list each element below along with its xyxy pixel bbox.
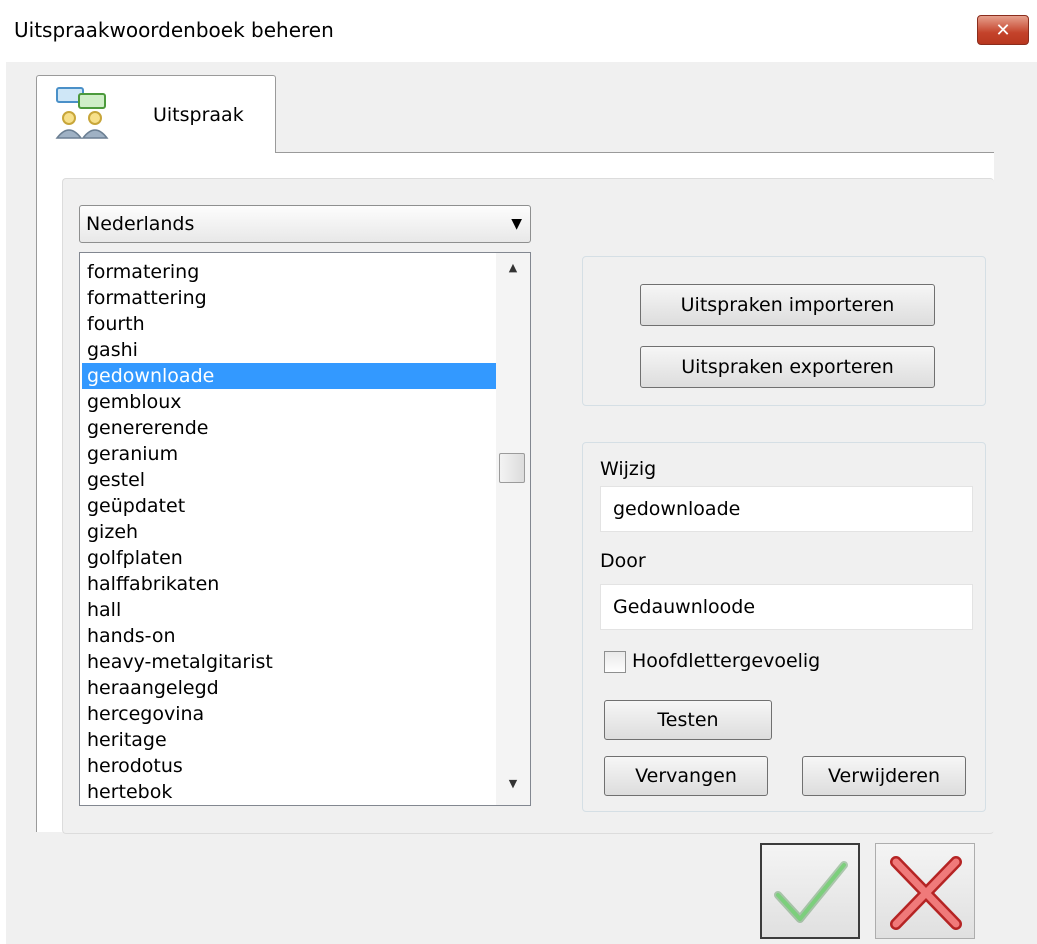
list-item[interactable]: geranium [82,441,496,467]
language-select-value: Nederlands [86,213,195,235]
door-label: Door [600,550,646,572]
replace-button[interactable]: Vervangen [604,756,768,796]
window-border [0,62,6,944]
close-button[interactable]: ✕ [977,15,1029,45]
case-sensitive-checkbox[interactable] [604,651,626,673]
list-item[interactable]: heritage [82,727,496,753]
scroll-down-icon[interactable]: ▼ [496,777,530,797]
list-item[interactable]: formatering [82,259,496,285]
wijzig-input[interactable]: gedownloade [600,486,973,532]
list-item[interactable]: gashi [82,337,496,363]
list-item[interactable]: geüpdatet [82,493,496,519]
checkmark-icon [774,861,848,923]
vertical-scrollbar[interactable]: ▲ ▼ [496,253,530,805]
list-item[interactable]: heavy-metalgitarist [82,649,496,675]
tab-label: Uitspraak [153,104,244,126]
list-item[interactable]: gestel [82,467,496,493]
list-item[interactable]: hercegovina [82,701,496,727]
people-speech-icon [55,87,109,139]
list-item[interactable]: hall [82,597,496,623]
language-select[interactable]: Nederlands ▼ [79,205,531,243]
dropdown-arrow-icon: ▼ [511,216,522,232]
list-item[interactable]: halffabrikaten [82,571,496,597]
cross-icon [890,856,962,930]
door-input[interactable]: Gedauwnloode [600,584,973,630]
wijzig-label: Wijzig [600,458,657,480]
word-list-items: formatering formattering fourth gashi gedown… [82,259,496,805]
tab-uitspraak[interactable]: Uitspraak [36,75,276,153]
title-bar: Uitspraakwoordenboek beheren ✕ [0,0,1037,62]
scrollbar-thumb[interactable] [499,453,525,483]
list-item[interactable]: genererende [82,415,496,441]
case-sensitive-label: Hoofdlettergevoelig [632,650,821,672]
ok-button[interactable] [760,843,860,939]
list-item[interactable]: hertebok [82,779,496,805]
list-item[interactable]: heraangelegd [82,675,496,701]
list-item[interactable]: gizeh [82,519,496,545]
list-item[interactable]: gembloux [82,389,496,415]
export-button[interactable]: Uitspraken exporteren [640,346,935,388]
scroll-up-icon[interactable]: ▲ [496,261,530,281]
list-item[interactable]: herodotus [82,753,496,779]
list-item[interactable]: hands-on [82,623,496,649]
dialog-window: Uitspraakwoordenboek beheren ✕ Uitspraak… [0,0,1037,944]
delete-button[interactable]: Verwijderen [802,756,966,796]
list-item[interactable]: gedownloade [82,363,496,389]
cancel-button[interactable] [875,843,975,939]
window-title: Uitspraakwoordenboek beheren [14,18,334,42]
close-icon: ✕ [995,19,1011,41]
list-item[interactable]: fourth [82,311,496,337]
word-list[interactable]: formatering formattering fourth gashi gedown… [79,252,531,806]
list-item[interactable]: formattering [82,285,496,311]
import-button[interactable]: Uitspraken importeren [640,284,935,326]
test-button[interactable]: Testen [604,700,772,740]
list-item[interactable]: golfplaten [82,545,496,571]
